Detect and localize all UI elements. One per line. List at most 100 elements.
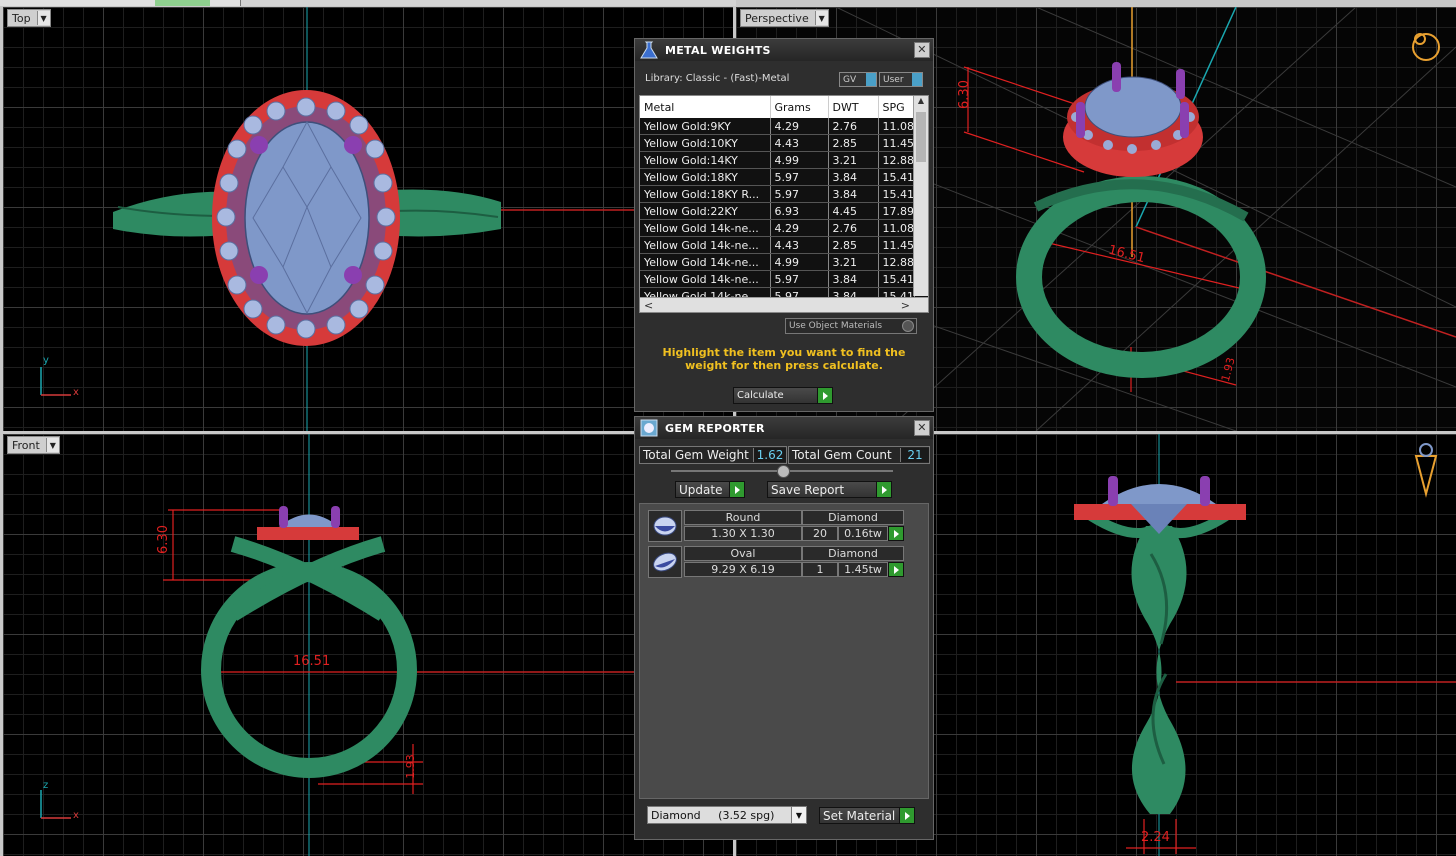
gv-label: GV	[843, 74, 857, 85]
play-icon	[876, 482, 891, 497]
grams-cell: 5.97	[770, 185, 829, 203]
grams-cell: 5.97	[770, 270, 829, 288]
material-select-value: Diamond (3.52 spg)	[651, 808, 775, 822]
use-object-materials-checkbox[interactable]: Use Object Materials	[785, 318, 917, 334]
column-header-spg[interactable]: SPG	[878, 96, 915, 118]
gem-select-button[interactable]	[888, 562, 904, 577]
dimension-height: 6.30	[956, 80, 972, 109]
total-gem-count-label: Total Gem Count	[792, 448, 892, 462]
flask-icon	[640, 41, 658, 59]
metal-name-cell: Yellow Gold:9KY	[640, 118, 771, 135]
gem-weight: 1.45tw	[838, 562, 888, 577]
spg-cell: 11.45	[878, 236, 915, 254]
total-gem-weight: Total Gem Weight 1.62	[639, 446, 787, 464]
viewport-top-label[interactable]: Top ▼	[7, 9, 51, 27]
update-button[interactable]: Update	[675, 481, 745, 498]
dimension-band: 2.24	[1141, 830, 1170, 845]
column-header-dwt[interactable]: DWT	[828, 96, 879, 118]
dwt-cell: 2.85	[828, 236, 879, 254]
spg-cell: 15.41	[878, 168, 915, 186]
metal-table-row[interactable]: Yellow Gold:14KY 4.99 3.21 12.88	[640, 151, 915, 169]
chevron-down-icon[interactable]: ▼	[791, 807, 806, 823]
gem-weight: 0.16tw	[838, 526, 888, 541]
play-icon	[729, 482, 744, 497]
viewport-perspective-label[interactable]: Perspective ▼	[740, 9, 829, 27]
metal-table-row[interactable]: Yellow Gold 14k-ne... 4.99 3.21 12.88	[640, 253, 915, 271]
dwt-cell: 2.76	[828, 118, 879, 135]
front-view-drawing	[40, 434, 733, 856]
dimension-width: 16.51	[293, 654, 331, 669]
metal-table-row[interactable]: Yellow Gold 14k-ne... 5.97 3.84 15.41	[640, 270, 915, 288]
metal-weights-titlebar[interactable]: METAL WEIGHTS ✕	[635, 39, 933, 61]
viewport-front-label[interactable]: Front ▼	[7, 436, 60, 454]
info-icon	[912, 73, 922, 86]
ring-view-icon[interactable]	[1411, 442, 1439, 498]
calculate-hint: Highlight the item you want to find the …	[662, 346, 906, 372]
viewport-top[interactable]: Top ▼ y x	[3, 7, 733, 431]
set-material-button[interactable]: Set Material	[819, 807, 915, 824]
metal-name-cell: Yellow Gold 14k-ne...	[640, 253, 771, 271]
toolbar-tab[interactable]	[210, 0, 241, 6]
grams-cell: 6.93	[770, 202, 829, 220]
metal-table-row[interactable]: Yellow Gold 14k-ne... 4.43 2.85 11.45	[640, 236, 915, 254]
toolbar-tab[interactable]	[85, 0, 156, 6]
metal-table-header: Metal Grams DWT SPG	[640, 96, 915, 118]
spg-cell: 12.88	[878, 151, 915, 169]
gem-reporter-panel: GEM REPORTER ✕ Total Gem Weight 1.62 Tot…	[634, 416, 934, 840]
checkbox-icon	[902, 320, 914, 332]
gem-material: Diamond	[802, 510, 904, 525]
metal-table-row[interactable]: Yellow Gold 14k-ne... 4.29 2.76 11.08	[640, 219, 915, 237]
gem-row-round[interactable]: Round Diamond 1.30 X 1.30 20 0.16tw	[648, 510, 910, 542]
total-gem-weight-label: Total Gem Weight	[643, 448, 749, 462]
dwt-cell: 4.45	[828, 202, 879, 220]
play-icon	[893, 529, 899, 538]
scroll-left-icon[interactable]: <	[644, 299, 653, 312]
chevron-down-icon[interactable]: ▼	[36, 11, 50, 25]
slider-handle[interactable]	[777, 465, 790, 478]
metal-table-row[interactable]: Yellow Gold:18KY 5.97 3.84 15.41	[640, 168, 915, 186]
scroll-thumb[interactable]	[916, 112, 926, 162]
user-toggle[interactable]: User	[879, 72, 923, 87]
metal-table-row[interactable]: Yellow Gold:22KY 6.93 4.45 17.89	[640, 202, 915, 220]
material-select[interactable]: Diamond (3.52 spg) ▼	[647, 806, 807, 824]
save-report-button[interactable]: Save Report	[767, 481, 892, 498]
top-view-drawing	[40, 7, 733, 431]
vertical-scrollbar[interactable]: ▲	[913, 96, 928, 296]
toolbar-tab[interactable]	[50, 0, 86, 6]
gem-reporter-titlebar[interactable]: GEM REPORTER ✕	[635, 417, 933, 439]
metal-table-row[interactable]: Yellow Gold:9KY 4.29 2.76 11.08	[640, 118, 915, 135]
metal-table-row[interactable]: Yellow Gold:10KY 4.43 2.85 11.45	[640, 134, 915, 152]
metal-table-row[interactable]: Yellow Gold:18KY R... 5.97 3.84 15.41	[640, 185, 915, 203]
total-gem-count: Total Gem Count 21	[788, 446, 930, 464]
chevron-down-icon[interactable]: ▼	[814, 11, 828, 25]
column-header-metal[interactable]: Metal	[640, 96, 771, 118]
gv-toggle[interactable]: GV	[839, 72, 877, 87]
gem-size: 9.29 X 6.19	[684, 562, 802, 577]
scroll-up-icon[interactable]: ▲	[914, 96, 928, 110]
scroll-right-icon[interactable]: >	[901, 299, 910, 312]
user-label: User	[883, 74, 904, 85]
close-icon[interactable]: ✕	[914, 42, 930, 58]
toolbar-tab-active[interactable]	[155, 0, 211, 6]
column-header-grams[interactable]: Grams	[770, 96, 829, 118]
viewport-front[interactable]: Front ▼ 6.30 16.51 1.93 z x	[3, 434, 733, 856]
play-icon	[899, 808, 914, 823]
close-icon[interactable]: ✕	[914, 420, 930, 436]
set-material-label: Set Material	[823, 808, 896, 823]
dwt-cell: 3.21	[828, 253, 879, 271]
toolbar-strip	[0, 0, 736, 6]
dwt-cell: 3.21	[828, 151, 879, 169]
total-gem-count-value: 21	[900, 448, 929, 462]
library-label: Library: Classic - (Fast)-Metal	[645, 73, 790, 84]
grams-cell: 4.99	[770, 151, 829, 169]
gem-select-button[interactable]	[888, 526, 904, 541]
chevron-down-icon[interactable]: ▼	[45, 438, 59, 452]
calculate-button[interactable]: Calculate	[733, 387, 833, 404]
toolbar-tab[interactable]	[0, 0, 51, 6]
ring-view-icon[interactable]	[1408, 25, 1442, 61]
horizontal-scrollbar[interactable]: < >	[640, 297, 928, 312]
metal-name-cell: Yellow Gold:18KY R...	[640, 185, 771, 203]
calculate-label: Calculate	[737, 390, 784, 401]
gem-size: 1.30 X 1.30	[684, 526, 802, 541]
gem-row-oval[interactable]: Oval Diamond 9.29 X 6.19 1 1.45tw	[648, 546, 910, 578]
